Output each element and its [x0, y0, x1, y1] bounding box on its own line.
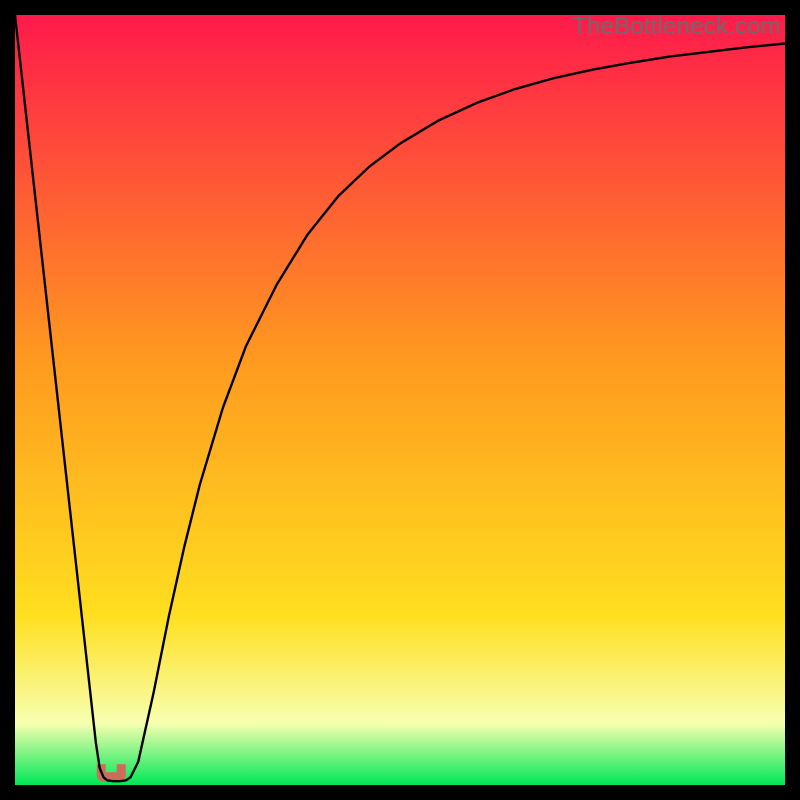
chart-svg [15, 15, 785, 785]
watermark-text: TheBottleneck.com [572, 13, 781, 41]
chart-frame: TheBottleneck.com [15, 15, 785, 785]
gradient-background [15, 15, 785, 785]
